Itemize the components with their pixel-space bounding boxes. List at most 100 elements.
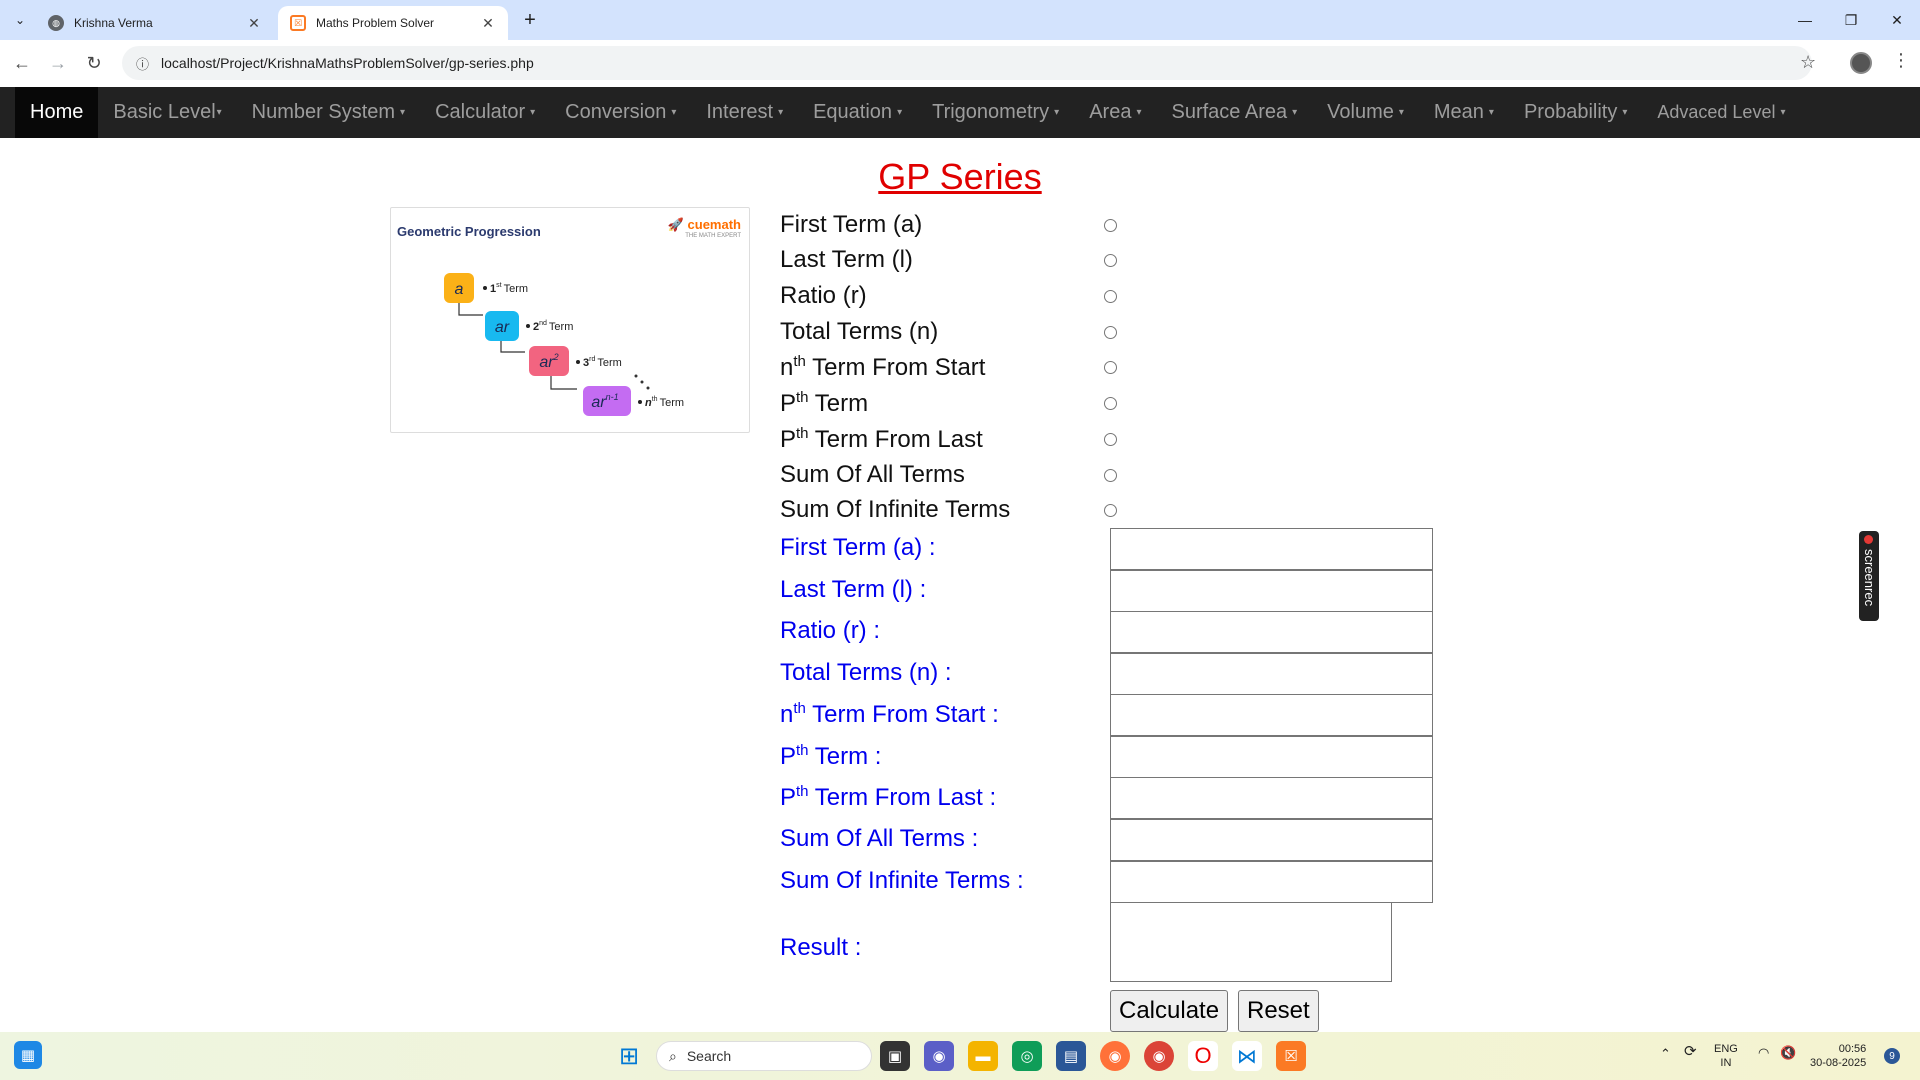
- browser-tab-strip: ⌄ ◍ Krishna Verma ✕ ☒ Maths Problem Solv…: [0, 0, 1920, 40]
- browser-menu-icon[interactable]: ⋮: [1892, 50, 1910, 71]
- field-pth-term-from-last: Pth Term From Last :: [780, 777, 1434, 819]
- option-ratio[interactable]: Ratio (r): [780, 279, 1120, 313]
- pth-term-input[interactable]: [1110, 736, 1433, 778]
- option-pth-term[interactable]: Pth Term: [780, 386, 1120, 420]
- task-view-icon[interactable]: ▣: [880, 1041, 910, 1071]
- caret-down-icon: ▾: [216, 107, 222, 118]
- opera-icon[interactable]: O: [1188, 1041, 1218, 1071]
- sum-of-all-terms-input[interactable]: [1110, 819, 1433, 861]
- close-tab-icon[interactable]: ✕: [246, 15, 262, 32]
- close-tab-icon[interactable]: ✕: [480, 15, 496, 32]
- nav-calculator[interactable]: Calculator ▾: [420, 87, 550, 138]
- edge-browser-icon[interactable]: ◎: [1012, 1041, 1042, 1071]
- nav-home[interactable]: Home: [15, 87, 99, 138]
- xampp-icon[interactable]: ☒: [1276, 1041, 1306, 1071]
- nav-mean[interactable]: Mean ▾: [1419, 87, 1509, 138]
- tray-chevron-up-icon[interactable]: ⌃: [1660, 1047, 1671, 1061]
- option-pth-term-from-last[interactable]: Pth Term From Last: [780, 422, 1120, 456]
- gp-term-ladder: a 1st Term ar 2nd Term ar2 3rd Term arn-1 n…: [444, 273, 684, 416]
- taskbar-search-box[interactable]: ⌕ Search: [656, 1041, 872, 1071]
- nav-probability[interactable]: Probability ▾: [1509, 87, 1642, 138]
- radio-sum-of-infinite-terms[interactable]: [1104, 503, 1117, 517]
- notification-badge[interactable]: 9: [1884, 1048, 1900, 1064]
- last-term-input[interactable]: [1110, 570, 1433, 612]
- option-sum-of-all-terms[interactable]: Sum Of All Terms: [780, 458, 1120, 492]
- radio-sum-of-all-terms[interactable]: [1104, 468, 1117, 482]
- caret-down-icon: ▾: [1398, 107, 1404, 118]
- option-nth-term-from-start[interactable]: nth Term From Start: [780, 350, 1120, 384]
- option-total-terms[interactable]: Total Terms (n): [780, 315, 1120, 349]
- first-term-input[interactable]: [1110, 528, 1433, 570]
- reset-button[interactable]: Reset: [1238, 990, 1319, 1032]
- nav-trigonometry[interactable]: Trigonometry ▾: [917, 87, 1074, 138]
- wifi-icon[interactable]: ◠: [1758, 1046, 1769, 1060]
- option-first-term[interactable]: First Term (a): [780, 208, 1120, 242]
- radio-pth-term-from-last[interactable]: [1104, 432, 1117, 446]
- chrome-icon[interactable]: ◉: [1144, 1041, 1174, 1071]
- globe-icon: ◍: [48, 15, 64, 31]
- nth-term-from-start-input[interactable]: [1110, 694, 1433, 736]
- radio-last-term[interactable]: [1104, 253, 1117, 267]
- option-last-term[interactable]: Last Term (l): [780, 243, 1120, 277]
- tab-search-chevron-icon[interactable]: ⌄: [8, 8, 32, 32]
- browser-tab-maths-problem-solver[interactable]: ☒ Maths Problem Solver ✕: [278, 6, 508, 40]
- result-textarea[interactable]: [1110, 902, 1392, 982]
- reload-icon[interactable]: ↻: [80, 49, 108, 77]
- nav-surface-area[interactable]: Surface Area ▾: [1156, 87, 1312, 138]
- radio-ratio[interactable]: [1104, 289, 1117, 303]
- caret-down-icon: ▾: [1622, 107, 1628, 118]
- browser-tab-krishna-verma[interactable]: ◍ Krishna Verma ✕: [36, 6, 274, 40]
- field-result: Result :: [780, 902, 1434, 982]
- screenrec-widget[interactable]: screenrec: [1859, 531, 1879, 621]
- nav-basic-level[interactable]: Basic Level ▾: [98, 87, 236, 138]
- nav-volume[interactable]: Volume ▾: [1312, 87, 1419, 138]
- teams-chat-icon[interactable]: ◉: [924, 1041, 954, 1071]
- nav-area[interactable]: Area ▾: [1074, 87, 1156, 138]
- url-text: localhost/Project/KrishnaMathsProblemSol…: [161, 55, 534, 71]
- nav-advanced-level[interactable]: Advaced Level ▾: [1642, 87, 1800, 138]
- radio-pth-term[interactable]: [1104, 396, 1117, 410]
- field-last-term: Last Term (l) :: [780, 570, 1434, 612]
- file-explorer-icon[interactable]: ▬: [968, 1041, 998, 1071]
- field-label: Sum Of All Terms :: [780, 825, 979, 852]
- volume-muted-icon[interactable]: 🔇: [1780, 1046, 1796, 1060]
- radio-nth-term-from-start[interactable]: [1104, 360, 1117, 374]
- microsoft-store-icon[interactable]: ▤: [1056, 1041, 1086, 1071]
- field-nth-term-from-start: nth Term From Start :: [780, 694, 1434, 736]
- option-label: Last Term (l): [780, 246, 913, 273]
- profile-avatar[interactable]: [1850, 52, 1872, 74]
- vscode-icon[interactable]: ⋈: [1232, 1041, 1262, 1071]
- nav-number-system[interactable]: Number System ▾: [237, 87, 420, 138]
- nav-conversion[interactable]: Conversion ▾: [550, 87, 691, 138]
- bookmark-star-icon[interactable]: ☆: [1800, 52, 1816, 73]
- nav-equation[interactable]: Equation ▾: [798, 87, 917, 138]
- option-label: Pth Term: [780, 388, 869, 417]
- firefox-icon[interactable]: ◉: [1100, 1041, 1130, 1071]
- site-info-icon[interactable]: ⓘ: [136, 54, 149, 73]
- minimize-icon[interactable]: —: [1782, 0, 1828, 40]
- back-arrow-icon[interactable]: ←: [8, 49, 36, 77]
- calculate-button[interactable]: Calculate: [1110, 990, 1229, 1032]
- sum-of-infinite-terms-input[interactable]: [1110, 861, 1433, 903]
- address-bar[interactable]: ⓘ localhost/Project/KrishnaMathsProblemS…: [122, 46, 1812, 80]
- pth-term-from-last-input[interactable]: [1110, 777, 1433, 819]
- field-label: Pth Term :: [780, 742, 882, 770]
- total-terms-input[interactable]: [1110, 653, 1433, 695]
- option-label: Sum Of Infinite Terms: [780, 496, 1011, 523]
- language-indicator[interactable]: ENG IN: [1714, 1042, 1738, 1070]
- widgets-icon[interactable]: ▦: [14, 1041, 42, 1069]
- nav-interest[interactable]: Interest ▾: [691, 87, 798, 138]
- forward-arrow-icon[interactable]: →: [44, 49, 72, 77]
- radio-first-term[interactable]: [1104, 218, 1117, 232]
- radio-total-terms[interactable]: [1104, 325, 1117, 339]
- clock[interactable]: 00:56 30-08-2025: [1810, 1042, 1866, 1070]
- restore-icon[interactable]: ❐: [1828, 0, 1874, 40]
- new-tab-plus-icon[interactable]: +: [518, 8, 542, 32]
- close-window-icon[interactable]: ✕: [1874, 0, 1920, 40]
- field-label: First Term (a) :: [780, 534, 936, 561]
- ratio-input[interactable]: [1110, 611, 1433, 653]
- tray-sync-icon[interactable]: ⟳: [1684, 1044, 1697, 1059]
- nav-label: Conversion: [565, 101, 667, 123]
- windows-start-icon[interactable]: ⊞: [614, 1041, 644, 1071]
- option-sum-of-infinite-terms[interactable]: Sum Of Infinite Terms: [780, 493, 1120, 527]
